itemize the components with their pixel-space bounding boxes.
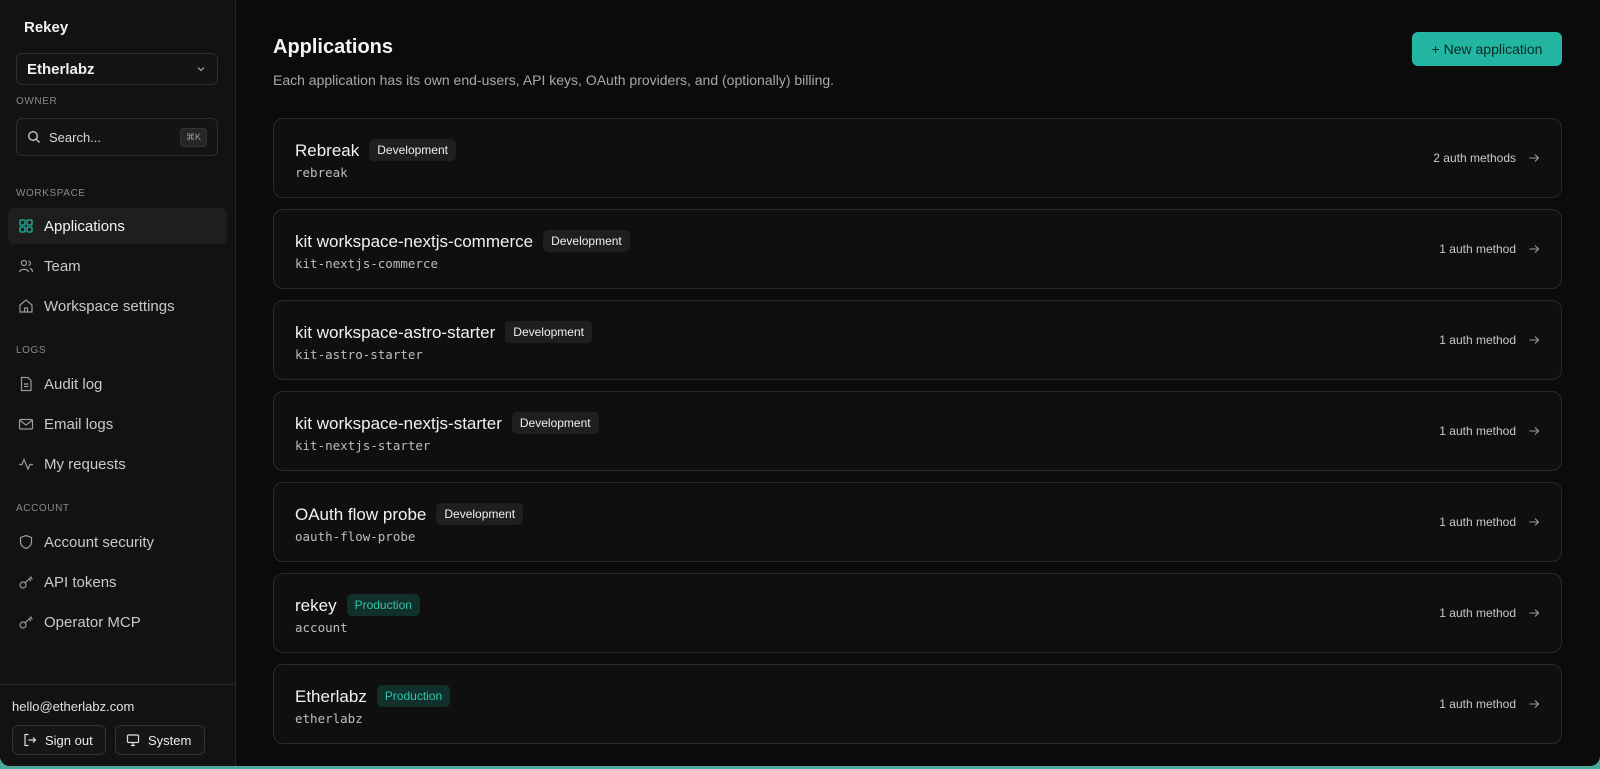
env-badge: Development — [511, 412, 599, 434]
app-slug: oauth-flow-probe — [295, 529, 416, 544]
auth-methods-count: 1 auth method — [1439, 697, 1516, 711]
sidebar-item-account-security[interactable]: Account security — [8, 524, 227, 560]
users-icon — [18, 259, 34, 273]
env-badge: Production — [376, 685, 451, 707]
auth-methods-count: 1 auth method — [1439, 424, 1516, 438]
search-icon — [28, 131, 40, 143]
auth-methods-count: 1 auth method — [1439, 606, 1516, 620]
org-switcher[interactable]: Etherlabz — [16, 53, 218, 85]
arrow-right-icon — [1529, 609, 1540, 617]
sidebar-item-audit-log[interactable]: Audit log — [8, 366, 227, 402]
app-slug: account — [295, 620, 348, 635]
arrow-right-icon — [1529, 336, 1540, 344]
search-input[interactable]: Search... ⌘K — [16, 118, 218, 156]
arrow-right-icon — [1529, 154, 1540, 162]
file-text-icon — [20, 376, 32, 392]
account-section-label: ACCOUNT — [16, 503, 70, 514]
sidebar-item-label: API tokens — [44, 573, 117, 591]
theme-label: System — [148, 732, 192, 748]
sidebar-item-label: Applications — [44, 217, 125, 235]
monitor-icon — [126, 734, 140, 747]
sidebar-item-label: Audit log — [44, 375, 103, 393]
arrow-right-icon — [1529, 427, 1540, 435]
application-card[interactable]: OAuth flow probe Development oauth-flow-p… — [273, 482, 1562, 562]
sidebar-item-label: Email logs — [44, 415, 114, 433]
activity-icon — [19, 457, 33, 471]
application-card[interactable]: kit workspace-nextjs-commerce Development… — [273, 209, 1562, 289]
sidebar-item-team[interactable]: Team — [8, 248, 227, 284]
mail-icon — [18, 418, 34, 430]
log-out-icon — [24, 733, 37, 747]
sidebar-item-workspace-settings[interactable]: Workspace settings — [8, 288, 227, 324]
key-icon — [19, 616, 33, 629]
application-card[interactable]: kit workspace-astro-starter Development k… — [273, 300, 1562, 380]
env-badge: Development — [543, 230, 630, 252]
sidebar-item-my-requests[interactable]: My requests — [8, 446, 227, 482]
org-role-label: OWNER — [16, 96, 58, 107]
env-badge: Development — [505, 321, 592, 343]
org-name: Etherlabz — [27, 60, 95, 78]
sidebar-footer: hello@etherlabz.com Sign out System — [0, 684, 236, 766]
home-icon — [19, 299, 33, 313]
app-name: Rebreak — [295, 141, 360, 160]
theme-toggle-button[interactable]: System — [115, 725, 205, 755]
page-title: Applications — [273, 36, 394, 58]
app-slug: kit-nextjs-commerce — [295, 256, 438, 271]
app-name: rekey — [295, 596, 337, 615]
sidebar-item-label: My requests — [44, 455, 126, 473]
shield-icon — [19, 534, 33, 550]
app-window: Rekey Etherlabz OWNER Search... ⌘K WORKS… — [0, 0, 1600, 766]
key-icon — [19, 576, 33, 589]
auth-methods-count: 2 auth methods — [1433, 151, 1516, 165]
application-card[interactable]: kit workspace-nextjs-starter Development … — [273, 391, 1562, 471]
sidebar-item-api-tokens[interactable]: API tokens — [8, 564, 227, 600]
env-badge: Development — [369, 139, 456, 161]
app-slug: etherlabz — [295, 711, 363, 726]
sidebar-item-email-logs[interactable]: Email logs — [8, 406, 227, 442]
app-slug: kit-nextjs-starter — [295, 438, 431, 453]
sidebar-item-applications[interactable]: Applications — [8, 208, 227, 244]
sign-out-button[interactable]: Sign out — [12, 725, 106, 755]
auth-methods-count: 1 auth method — [1439, 333, 1516, 347]
application-card[interactable]: Rebreak Development rebreak 2 auth method… — [273, 118, 1562, 198]
app-name: kit workspace-astro-starter — [295, 323, 496, 342]
user-email: hello@etherlabz.com — [12, 699, 135, 714]
app-slug: rebreak — [295, 165, 348, 180]
env-badge: Production — [346, 594, 420, 616]
search-shortcut-badge: ⌘K — [179, 127, 207, 147]
sidebar-item-label: Workspace settings — [44, 297, 175, 315]
sidebar-item-label: Operator MCP — [44, 613, 141, 631]
arrow-right-icon — [1529, 700, 1540, 708]
auth-methods-count: 1 auth method — [1439, 515, 1516, 529]
logs-section-label: LOGS — [16, 345, 47, 356]
page-subtitle: Each application has its own end-users, … — [273, 72, 835, 88]
app-name: kit workspace-nextjs-starter — [295, 414, 502, 433]
app-name: kit workspace-nextjs-commerce — [295, 232, 534, 251]
sidebar-item-label: Team — [44, 257, 81, 275]
arrow-right-icon — [1529, 518, 1540, 526]
auth-methods-count: 1 auth method — [1439, 242, 1516, 256]
chevron-down-icon — [197, 67, 205, 72]
env-badge: Development — [436, 503, 524, 525]
new-application-button[interactable]: + New application — [1412, 32, 1562, 66]
sidebar: Rekey Etherlabz OWNER Search... ⌘K WORKS… — [0, 0, 236, 766]
sidebar-item-label: Account security — [44, 533, 155, 551]
search-placeholder: Search... — [49, 129, 102, 145]
sidebar-item-operator-mcp[interactable]: Operator MCP — [8, 604, 227, 640]
app-name: OAuth flow probe — [295, 505, 427, 524]
grid-icon — [19, 219, 33, 233]
application-card[interactable]: rekey Production account 1 auth method — [273, 573, 1562, 653]
main-content: Applications Each application has its ow… — [236, 0, 1600, 766]
sign-out-label: Sign out — [45, 732, 93, 748]
app-name: Etherlabz — [295, 687, 367, 706]
app-slug: kit-astro-starter — [295, 347, 423, 362]
brand-name: Rekey — [24, 19, 69, 36]
application-card[interactable]: Etherlabz Production etherlabz 1 auth met… — [273, 664, 1562, 744]
workspace-section-label: WORKSPACE — [16, 188, 86, 199]
arrow-right-icon — [1529, 245, 1540, 253]
